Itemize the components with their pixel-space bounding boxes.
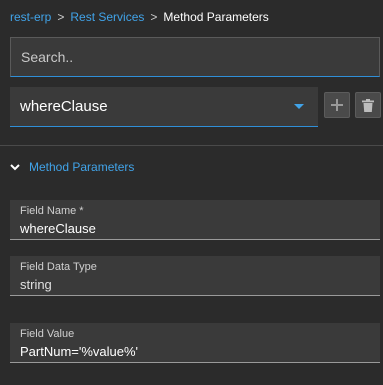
field-value-label: Field Value [20, 328, 75, 340]
search-box [10, 37, 380, 77]
field-data-type-field: Field Data Type [10, 256, 380, 296]
field-name-input[interactable] [20, 221, 370, 237]
plus-icon [331, 99, 343, 111]
chevron-down-icon [10, 163, 20, 170]
parameter-select[interactable]: whereClause [10, 87, 318, 127]
search-input[interactable] [21, 49, 369, 65]
field-name-label: Field Name * [20, 205, 84, 217]
field-name-field: Field Name * [10, 200, 380, 240]
breadcrumb-current: Method Parameters [163, 10, 269, 24]
section-title: Method Parameters [29, 160, 135, 174]
trash-icon [362, 98, 374, 112]
parameter-select-value: whereClause [20, 98, 108, 115]
caret-down-icon [294, 104, 304, 109]
breadcrumb: rest-erp > Rest Services > Method Parame… [10, 9, 269, 25]
divider [0, 145, 383, 146]
delete-parameter-button[interactable] [355, 92, 381, 118]
field-data-type-input[interactable] [20, 277, 370, 293]
breadcrumb-separator: > [150, 10, 158, 24]
field-value-input[interactable] [20, 344, 370, 360]
field-data-type-label: Field Data Type [20, 261, 97, 273]
section-header-method-parameters[interactable]: Method Parameters [10, 160, 134, 174]
breadcrumb-link-rest-erp[interactable]: rest-erp [10, 10, 51, 24]
field-value-field: Field Value [10, 323, 380, 363]
breadcrumb-link-rest-services[interactable]: Rest Services [70, 10, 144, 24]
breadcrumb-separator: > [57, 10, 65, 24]
method-parameters-panel: rest-erp > Rest Services > Method Parame… [0, 0, 383, 385]
add-parameter-button[interactable] [324, 92, 350, 118]
